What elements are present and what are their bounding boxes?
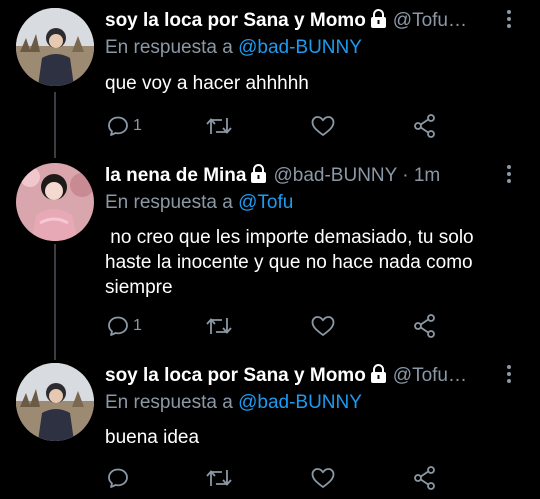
like-button[interactable] xyxy=(310,313,336,339)
retweet-button[interactable] xyxy=(204,313,234,339)
retweet-icon xyxy=(204,466,234,490)
reply-button[interactable]: 1 xyxy=(106,113,142,139)
tweet-header: la nena de Mina @bad-BUNNY · 1m xyxy=(105,163,500,189)
heart-icon xyxy=(310,466,336,490)
tweet-header: soy la loca por Sana y Momo @Tofu… xyxy=(105,363,500,389)
tweet-text: que voy a hacer ahhhhh xyxy=(105,73,309,94)
lock-icon xyxy=(250,164,267,189)
retweet-icon xyxy=(204,314,234,338)
retweet-icon xyxy=(204,114,234,138)
reply-count: 1 xyxy=(133,317,142,334)
tweet[interactable]: soy la loca por Sana y Momo @Tofu… En res… xyxy=(0,363,540,499)
handle[interactable]: @Tofu… xyxy=(393,10,467,31)
retweet-button[interactable] xyxy=(204,113,234,139)
handle[interactable]: @Tofu… xyxy=(393,365,467,386)
tweet-text: no creo que les importe demasiado, tu so… xyxy=(105,227,479,298)
more-options-icon[interactable] xyxy=(506,365,512,387)
tweet-actions: 1 xyxy=(0,113,540,139)
avatar[interactable] xyxy=(16,8,94,86)
heart-icon xyxy=(310,114,336,138)
reply-button[interactable] xyxy=(106,465,133,491)
avatar[interactable] xyxy=(16,163,94,241)
more-options-icon[interactable] xyxy=(506,10,512,32)
avatar[interactable] xyxy=(16,363,94,441)
like-button[interactable] xyxy=(310,113,336,139)
share-icon xyxy=(412,465,438,491)
lock-icon xyxy=(370,364,387,389)
tweet-header: soy la loca por Sana y Momo @Tofu… xyxy=(105,8,500,34)
display-name[interactable]: la nena de Mina xyxy=(105,165,246,186)
reply-count: 1 xyxy=(133,117,142,134)
tweet-actions: 1 xyxy=(0,313,540,339)
share-button[interactable] xyxy=(412,465,438,491)
share-button[interactable] xyxy=(412,113,438,139)
share-icon xyxy=(412,113,438,139)
tweet-text: buena idea xyxy=(105,427,200,448)
reply-context: En respuesta a @bad-BUNNY xyxy=(105,36,362,60)
reply-icon xyxy=(106,314,130,338)
reply-prefix: En respuesta a xyxy=(105,37,233,58)
share-icon xyxy=(412,313,438,339)
mention-link[interactable]: @Tofu xyxy=(238,192,293,213)
reply-icon xyxy=(106,114,130,138)
retweet-button[interactable] xyxy=(204,465,234,491)
share-button[interactable] xyxy=(412,313,438,339)
mention-link[interactable]: @bad-BUNNY xyxy=(238,37,362,58)
display-name[interactable]: soy la loca por Sana y Momo xyxy=(105,10,366,31)
reply-context: En respuesta a @Tofu xyxy=(105,191,293,215)
reply-button[interactable]: 1 xyxy=(106,313,142,339)
display-name[interactable]: soy la loca por Sana y Momo xyxy=(105,365,366,386)
heart-icon xyxy=(310,314,336,338)
reply-icon xyxy=(106,466,130,490)
tweet-actions xyxy=(0,465,540,491)
mention-link[interactable]: @bad-BUNNY xyxy=(238,392,362,413)
tweet[interactable]: la nena de Mina @bad-BUNNY · 1m En respue… xyxy=(0,163,540,343)
reply-prefix: En respuesta a xyxy=(105,392,233,413)
tweet[interactable]: soy la loca por Sana y Momo @Tofu… En res… xyxy=(0,8,540,148)
handle[interactable]: @bad-BUNNY · 1m xyxy=(273,165,440,186)
like-button[interactable] xyxy=(310,465,336,491)
reply-prefix: En respuesta a xyxy=(105,192,233,213)
lock-icon xyxy=(370,9,387,34)
reply-context: En respuesta a @bad-BUNNY xyxy=(105,391,362,415)
more-options-icon[interactable] xyxy=(506,165,512,187)
